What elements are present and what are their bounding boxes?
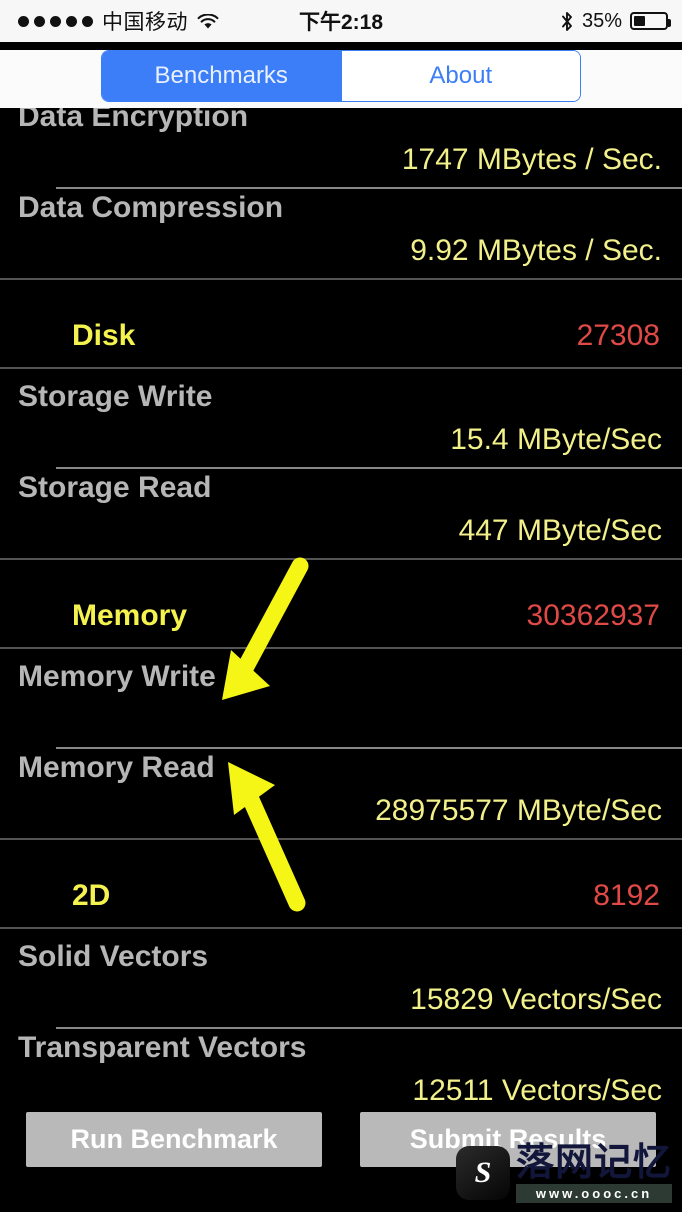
row-separator	[56, 467, 682, 469]
battery-icon	[630, 12, 671, 30]
watermark-url: www.oooc.cn	[516, 1184, 673, 1203]
section-separator	[0, 838, 682, 840]
row-value: 9.92 MBytes / Sec.	[410, 234, 662, 267]
app-root: 中国移动 下午2:18 35% Benchmarks About Data En…	[0, 0, 682, 1212]
row-label: Data Encryption	[18, 108, 249, 133]
row-label: Storage Read	[18, 471, 212, 504]
row-label: Data Compression	[18, 191, 284, 224]
segmented-control[interactable]: Benchmarks About	[101, 50, 581, 102]
benchmark-list[interactable]: Data Encryption 1747 MBytes / Sec. Data …	[0, 108, 682, 1212]
section-separator	[0, 647, 682, 649]
segmented-control-container: Benchmarks About	[0, 50, 682, 108]
tab-benchmarks[interactable]: Benchmarks	[102, 51, 341, 101]
tab-about[interactable]: About	[341, 51, 580, 101]
bluetooth-icon	[560, 11, 574, 32]
section-header-score: 8192	[593, 879, 660, 912]
section-header-score: 27308	[576, 319, 660, 352]
row-value: 15829 Vectors/Sec	[410, 983, 662, 1016]
status-bar: 中国移动 下午2:18 35%	[0, 0, 682, 42]
row-label: Transparent Vectors	[18, 1031, 307, 1064]
section-separator	[0, 558, 682, 560]
section-separator	[0, 927, 682, 929]
row-value: 1747 MBytes / Sec.	[401, 143, 662, 176]
watermark-title: 落网记忆	[516, 1140, 673, 1184]
row-label: Memory Read	[18, 751, 215, 784]
row-label: Storage Write	[18, 380, 213, 413]
watermark-logo-icon: S	[456, 1146, 510, 1200]
row-label: Memory Write	[18, 660, 216, 693]
section-header-label: Disk	[72, 319, 136, 352]
section-header-score: 30362937	[526, 599, 660, 632]
section-separator	[0, 278, 682, 280]
row-value: 447 MByte/Sec	[458, 514, 662, 547]
section-separator	[0, 367, 682, 369]
watermark-text: 落网记忆 www.oooc.cn	[516, 1140, 673, 1203]
battery-percent-label: 35%	[581, 9, 622, 32]
run-benchmark-button[interactable]: Run Benchmark	[26, 1112, 322, 1167]
watermark: S 落网记忆 www.oooc.cn	[450, 1134, 682, 1212]
row-label: Solid Vectors	[18, 940, 209, 973]
section-header-label: Memory	[72, 599, 188, 632]
row-separator	[56, 187, 682, 189]
row-separator	[56, 1027, 682, 1029]
row-separator	[56, 747, 682, 749]
row-value: 28975577 MByte/Sec	[375, 794, 662, 827]
row-value: 15.4 MByte/Sec	[450, 423, 662, 456]
status-bar-right: 35%	[560, 9, 671, 33]
row-value: 12511 Vectors/Sec	[412, 1074, 662, 1107]
section-header-label: 2D	[72, 879, 111, 912]
